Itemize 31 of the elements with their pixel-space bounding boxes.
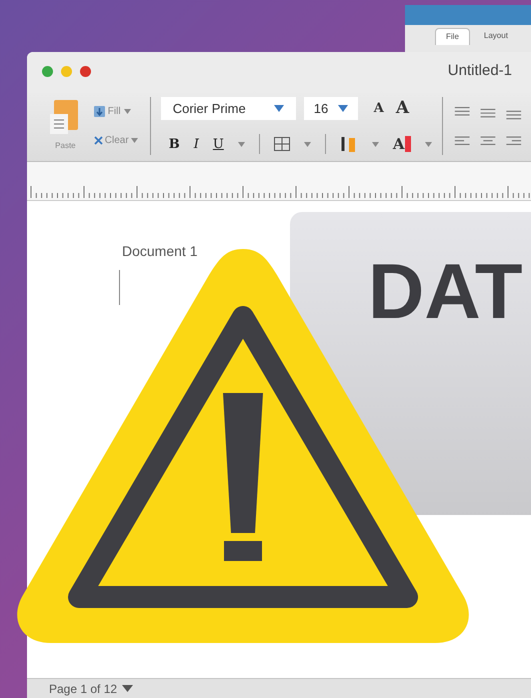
- caret-icon: [124, 108, 131, 114]
- dropdown-caret-icon: [338, 104, 348, 112]
- dropdown-caret-icon[interactable]: [122, 685, 134, 692]
- ribbon-tab[interactable]: File: [435, 28, 470, 45]
- page-indicator: Page 1 of 12: [49, 680, 118, 698]
- window-title: Untitled-1: [448, 60, 512, 81]
- caret-icon: [304, 142, 311, 147]
- format-button[interactable]: I: [194, 134, 199, 154]
- close-button[interactable]: [80, 66, 91, 76]
- caret-icon: [130, 138, 138, 142]
- format-button[interactable]: U: [212, 134, 224, 154]
- shrink-font-button[interactable]: A: [396, 96, 410, 121]
- caret-icon: [238, 142, 245, 147]
- grow-font-button[interactable]: A: [374, 98, 384, 118]
- font-dropdown[interactable]: Corier Prime: [160, 96, 296, 120]
- caret-icon: [372, 142, 379, 147]
- ribbon-tab[interactable]: Layout: [474, 28, 518, 45]
- down-arrow-icon: [94, 106, 105, 116]
- format-button[interactable]: B: [168, 134, 180, 154]
- table-icon[interactable]: [274, 137, 290, 152]
- document-heading: Document 1: [122, 242, 198, 261]
- close-icon: [94, 136, 103, 144]
- data-label: DAT: [368, 247, 523, 335]
- dropdown-caret-icon: [274, 104, 284, 112]
- highlighter-icon[interactable]: [340, 135, 358, 154]
- font-color-button[interactable]: A: [392, 133, 412, 156]
- caret-icon: [425, 142, 432, 147]
- text-cursor: [119, 270, 120, 305]
- zoom-button[interactable]: [42, 66, 53, 76]
- clipboard-icon: [50, 100, 80, 136]
- font-size-dropdown[interactable]: 16: [304, 96, 358, 120]
